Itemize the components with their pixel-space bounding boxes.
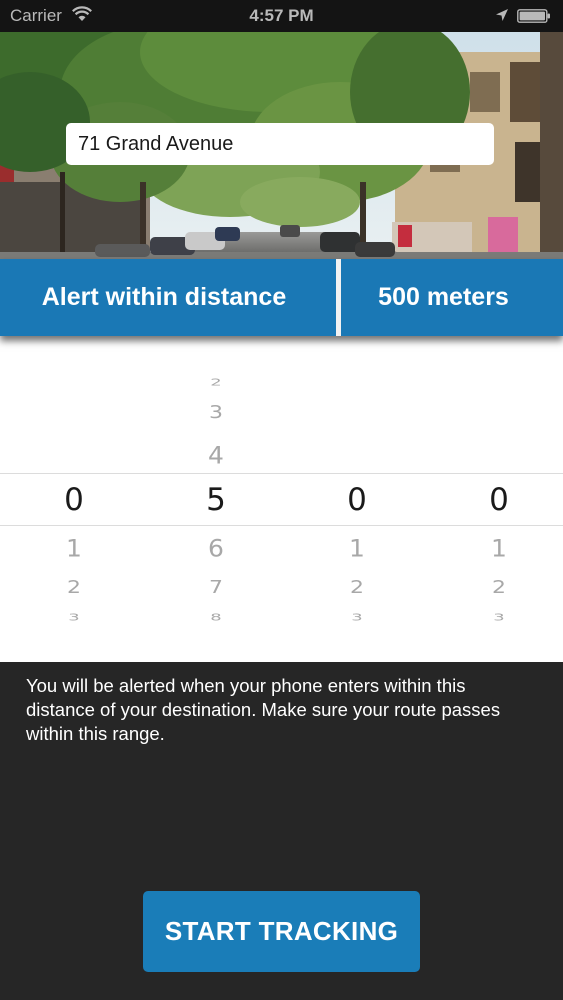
picker-digit[interactable]: 4 [186, 443, 246, 467]
app-screen: Carrier 4:57 PM 71 Grand Avenue Alert wi… [0, 0, 563, 1000]
start-tracking-button[interactable]: START TRACKING [143, 891, 420, 972]
picker-digit[interactable]: 1 [44, 536, 104, 560]
battery-icon [517, 9, 550, 23]
picker-digit[interactable]: 2 [469, 579, 529, 597]
picker-digit[interactable]: 8 [186, 613, 246, 623]
info-text: You will be alerted when your phone ente… [26, 675, 501, 744]
picker-digit[interactable]: 6 [186, 536, 246, 560]
picker-digit[interactable]: 7 [186, 579, 246, 597]
picker-digit-selected[interactable]: 5 [186, 484, 246, 516]
picker-digit[interactable]: 2 [186, 378, 246, 388]
picker-digit-selected[interactable]: 0 [44, 484, 104, 516]
picker-digit[interactable]: 1 [327, 536, 387, 560]
picker-digit[interactable]: 2 [327, 579, 387, 597]
picker-digit[interactable]: 1 [469, 536, 529, 560]
status-time: 4:57 PM [249, 6, 314, 25]
picker-digit-selected[interactable]: 0 [469, 484, 529, 516]
location-arrow-icon [496, 9, 508, 21]
distance-picker[interactable]: 0 1 2 3 2 3 4 5 6 7 8 0 1 2 3 0 1 2 3 [0, 336, 563, 662]
picker-selection-top-line [0, 473, 563, 474]
alert-distance-bar: Alert within distance 500 meters [0, 259, 563, 336]
picker-digit[interactable]: 3 [469, 613, 529, 623]
status-bar: Carrier 4:57 PM [0, 0, 563, 32]
picker-selection-bottom-line [0, 525, 563, 526]
alert-distance-label: Alert within distance [41, 283, 287, 311]
picker-digit-selected[interactable]: 0 [327, 484, 387, 516]
alert-distance-value[interactable]: 500 meters [341, 259, 546, 336]
picker-digit[interactable]: 3 [327, 613, 387, 623]
picker-digit[interactable]: 3 [44, 613, 104, 623]
address-input[interactable] [66, 123, 494, 165]
picker-digit[interactable]: 2 [44, 579, 104, 597]
picker-digit[interactable]: 3 [186, 404, 246, 422]
